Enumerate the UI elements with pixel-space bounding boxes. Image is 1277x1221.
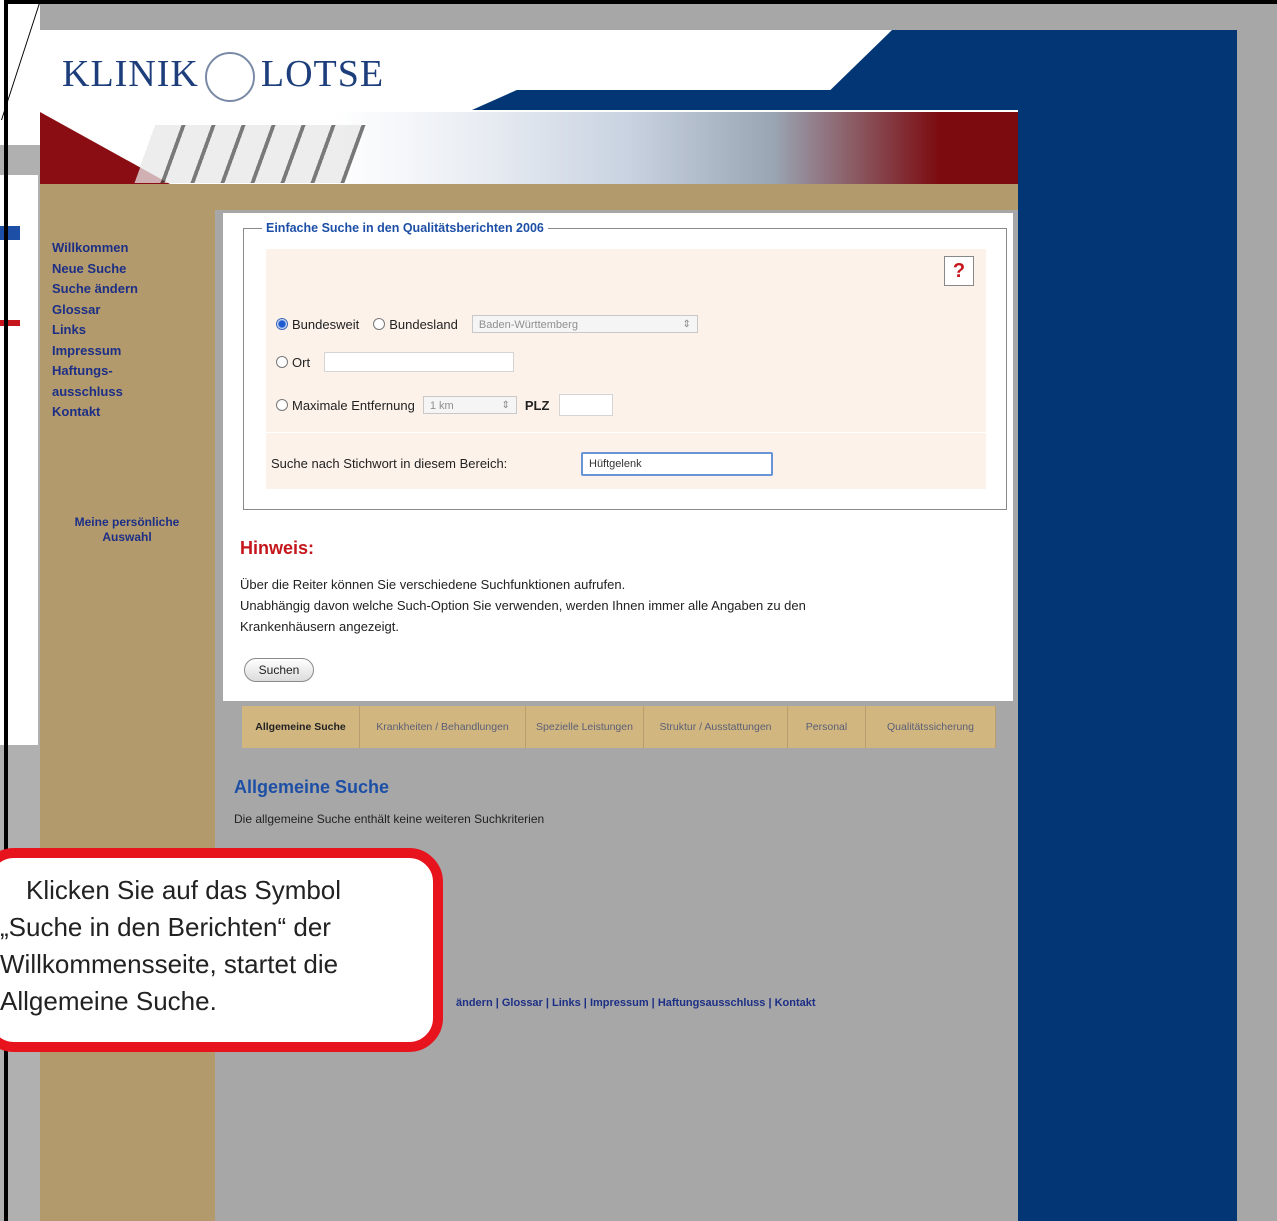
hint-line-2: Unabhängig davon welche Such-Option Sie … [240,598,806,613]
tab-allgemeine-suche[interactable]: Allgemeine Suche [242,706,360,748]
callout-line-4: Allgemeine Suche. [0,986,217,1016]
personal-selection-link[interactable]: Meine persönliche Auswahl [52,515,202,545]
keyword-input[interactable]: Hüftgelenk [581,452,773,476]
nav-kontakt[interactable]: Kontakt [52,402,138,423]
label-bundesland: Bundesland [389,316,458,332]
callout-text: Klicken Sie auf das Symbol „Suche in den… [0,872,440,1020]
radio-ort[interactable] [276,356,288,368]
label-entfernung: Maximale Entfernung [292,397,415,413]
section-title: Allgemeine Suche [234,777,390,797]
personal-selection-line2: Auswahl [102,530,152,544]
site-logo[interactable]: KLINIK LOTSE [62,52,385,103]
nav-glossar[interactable]: Glossar [52,300,138,321]
plz-input[interactable] [559,394,614,416]
bundesland-select[interactable]: Baden-Württemberg [471,315,698,334]
scope-row: Bundesweit Bundesland Baden-Württemberg [276,315,698,334]
nav-ausschluss[interactable]: ausschluss [52,382,138,403]
label-plz: PLZ [524,397,550,413]
label-stichwort: Suche nach Stichwort in diesem Bereich: [271,456,508,471]
nav-neue-suche[interactable]: Neue Suche [52,259,138,280]
radio-bundesland[interactable] [373,318,386,330]
tab-spezielle-leistungen[interactable]: Spezielle Leistungen [526,706,644,748]
banner-keyboard-image [134,125,366,183]
callout-line-1: Klicken Sie auf das Symbol [26,875,342,905]
hint-line-1: Über die Reiter können Sie verschiedene … [240,577,626,592]
nav-haftungs[interactable]: Haftungs- [52,361,138,382]
nav-links[interactable]: Links [52,320,138,341]
distance-row: Maximale Entfernung 1 km PLZ [276,394,614,416]
sidebar-nav: Willkommen Neue Suche Suche ändern Gloss… [52,238,138,423]
radio-bundesweit[interactable] [276,318,288,330]
ort-input[interactable] [324,352,515,372]
hint-text: Über die Reiter können Sie verschiedene … [240,574,1000,637]
fieldset-legend: Einfache Suche in den Qualitätsberichten… [262,221,548,235]
right-blue-panel [1017,30,1237,1221]
logo-text-left: KLINIK [62,53,199,95]
callout-line-2: „Suche in den Berichten“ der [0,912,331,942]
personal-selection-line1: Meine persönliche [74,515,180,529]
label-ort: Ort [292,354,311,370]
distance-select[interactable]: 1 km [422,396,517,415]
tab-krankheiten[interactable]: Krankheiten / Behandlungen [360,706,526,748]
radio-entfernung[interactable] [276,399,288,411]
hint-title: Hinweis: [240,538,315,558]
nav-willkommen[interactable]: Willkommen [52,238,138,259]
tab-personal[interactable]: Personal [788,706,866,748]
section-text: Die allgemeine Suche enthält keine weite… [234,812,545,826]
footer-links[interactable]: ändern | Glossar | Links | Impressum | H… [456,997,816,1009]
tab-struktur[interactable]: Struktur / Ausstattungen [644,706,788,748]
options-divider [266,432,986,433]
keyword-row: Suche nach Stichwort in diesem Bereich: [271,456,507,471]
nav-suche-aendern[interactable]: Suche ändern [52,279,138,300]
compass-icon [204,52,255,103]
tab-qualitaetssicherung[interactable]: Qualitätssicherung [866,706,996,748]
hint-line-3: Krankenhäusern angezeigt. [240,619,400,634]
label-bundesweit: Bundesweit [292,316,360,332]
search-button[interactable]: Suchen [244,658,314,682]
help-icon[interactable]: ? [944,256,974,286]
search-tabs: Allgemeine Suche Krankheiten / Behandlun… [242,706,996,748]
ort-row: Ort [276,352,515,372]
logo-text-right: LOTSE [260,53,385,95]
callout-line-3: Willkommensseite, startet die [0,949,339,979]
nav-impressum[interactable]: Impressum [52,341,138,362]
banner-tan-bar [40,184,1018,210]
